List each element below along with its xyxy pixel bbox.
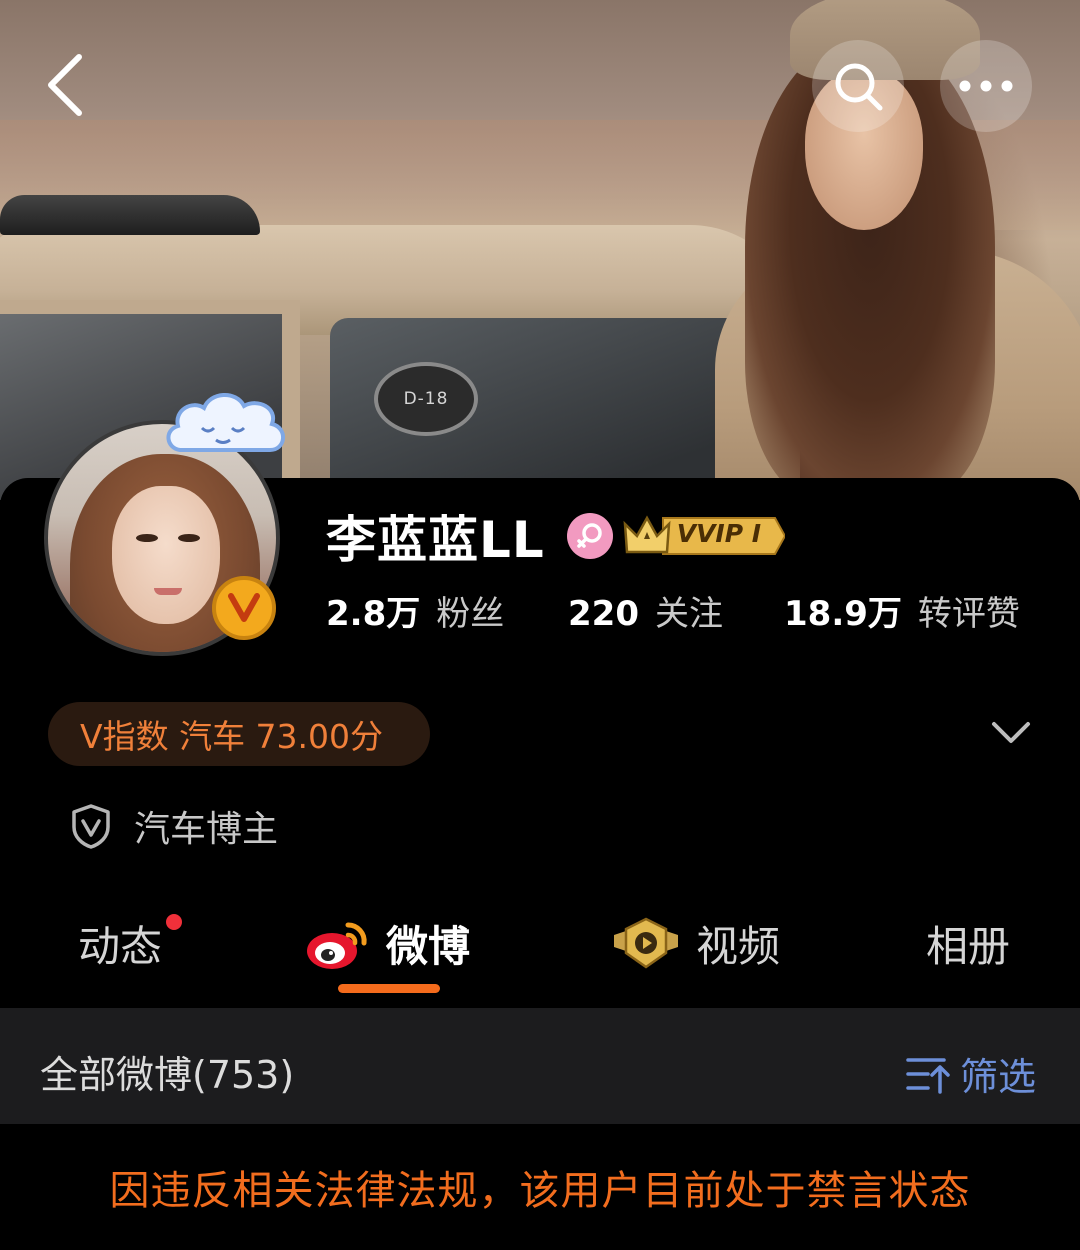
verified-badge — [212, 576, 276, 640]
filter-sort-icon — [906, 1057, 950, 1094]
weibo-count-label: 全部微博(753) — [40, 1053, 295, 1097]
filter-label: 筛选 — [960, 1055, 1037, 1099]
more-icon — [959, 80, 1013, 92]
tab-album[interactable]: 相册 — [926, 908, 1010, 978]
weibo-filter-bar: 全部微博(753) 筛选 — [0, 1008, 1080, 1124]
chevron-down-icon — [992, 722, 1030, 743]
banned-notice: 因违反相关法律法规，该用户目前处于禁言状态 — [0, 1124, 1080, 1250]
active-tab-indicator — [338, 984, 440, 993]
verified-v-icon — [228, 593, 260, 622]
role-label: 汽车博主 — [134, 809, 279, 850]
verification-role: 汽车博主 — [70, 798, 278, 854]
tab-weibo[interactable]: 微博 — [304, 908, 470, 978]
car-roof-rail — [0, 195, 260, 235]
back-arrow-icon — [48, 54, 82, 116]
username: 李蓝蓝LL — [326, 511, 545, 569]
video-icon — [614, 917, 678, 969]
gender-badge — [566, 513, 613, 559]
stat-fans[interactable]: 2.8万 粉丝 — [326, 586, 568, 635]
search-icon — [835, 63, 883, 111]
name-row: 李蓝蓝LL VVIP I — [326, 500, 786, 572]
search-button[interactable] — [812, 40, 904, 132]
vvip-label: VVIP I — [676, 519, 762, 548]
cloud-icon — [166, 393, 285, 452]
tab-dynamics[interactable]: 动态 — [78, 908, 185, 978]
back-button[interactable] — [30, 50, 100, 120]
unread-dot — [164, 912, 185, 932]
weibo-icon — [307, 922, 367, 969]
shield-v-icon — [72, 804, 110, 849]
stats-row: 2.8万 粉丝 220 关注 18.9万 转评赞 — [326, 585, 1020, 635]
car-sticker: D-18 — [374, 362, 478, 436]
stat-reposts-comments-likes[interactable]: 18.9万 转评赞 — [784, 586, 1020, 635]
avatar-container[interactable] — [44, 393, 285, 656]
profile-tabs: 动态 微博 视频 相册 — [0, 900, 1080, 1000]
filter-button[interactable]: 筛选 — [906, 1046, 1036, 1101]
more-button[interactable] — [940, 40, 1032, 132]
vvip-badge[interactable]: VVIP I — [623, 512, 786, 560]
tab-video[interactable]: 视频 — [612, 908, 780, 978]
expand-profile-button[interactable] — [990, 716, 1032, 750]
female-icon — [576, 523, 602, 548]
v-index-pill[interactable]: V指数 汽车 73.00分 — [48, 702, 430, 766]
stat-following[interactable]: 220 关注 — [568, 586, 784, 635]
